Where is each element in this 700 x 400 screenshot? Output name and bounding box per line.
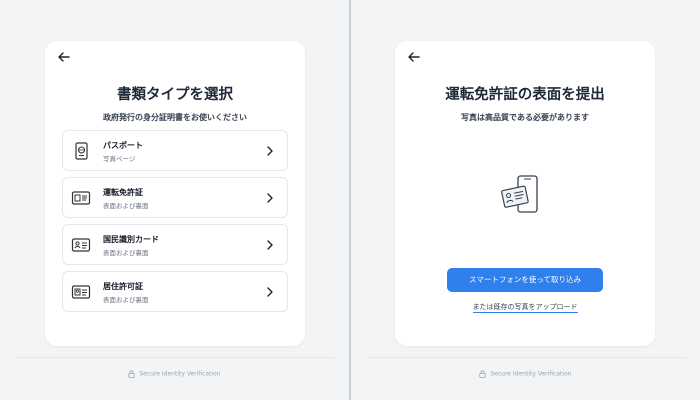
option-label: 運転免許証 (103, 188, 143, 197)
residence-permit-icon (71, 285, 91, 299)
option-passport[interactable]: パスポート 写真ページ (62, 130, 288, 171)
document-type-pane: 書類タイプを選択 政府発行の身分証明書をお使いください パスポート 写真ページ (0, 0, 349, 400)
footer-text: Secure Identity Verification (139, 370, 221, 378)
document-type-card: 書類タイプを選択 政府発行の身分証明書をお使いください パスポート 写真ページ (45, 41, 305, 346)
id-card-icon (71, 238, 91, 252)
page-subtitle: 政府発行の身分証明書をお使いください (103, 113, 247, 122)
lock-icon (128, 370, 136, 378)
option-sub: 表面および裏面 (103, 296, 149, 304)
option-label: 居住許可証 (103, 282, 143, 291)
option-residence-permit[interactable]: 居住許可証 表面および裏面 (62, 271, 288, 312)
option-national-id[interactable]: 国民識別カード 表面および裏面 (62, 224, 288, 265)
passport-icon (75, 142, 88, 160)
upload-existing-photo-link[interactable]: または既存の写真をアップロード (395, 302, 655, 313)
chevron-right-icon (267, 146, 273, 156)
arrow-left-icon (408, 52, 420, 62)
chevron-right-icon (267, 193, 273, 203)
back-button[interactable] (57, 50, 71, 64)
option-sub: 表面および裏面 (103, 202, 149, 210)
option-label: 国民識別カード (103, 235, 159, 244)
option-sub: 表面および裏面 (103, 249, 149, 257)
upload-link-text: または既存の写真をアップロード (472, 303, 578, 313)
footer-divider (15, 357, 335, 358)
chevron-right-icon (267, 240, 273, 250)
arrow-left-icon (58, 52, 70, 62)
phone-id-scan-icon (501, 175, 538, 213)
page-title: 書類タイプを選択 (117, 87, 233, 103)
option-label: パスポート (103, 141, 143, 150)
chevron-right-icon (267, 287, 273, 297)
footer: Secure Identity Verification (0, 370, 349, 378)
upload-card: 運転免許証の表面を提出 写真は高品質である必要があります スマートフォンを使って… (395, 41, 655, 346)
footer-text: Secure Identity Verification (490, 370, 572, 378)
option-drivers-license[interactable]: 運転免許証 表面および裏面 (62, 177, 288, 218)
footer: Secure Identity Verification (351, 370, 700, 378)
lock-icon (479, 370, 487, 378)
option-sub: 写真ページ (103, 155, 136, 163)
page-title: 運転免許証の表面を提出 (445, 87, 605, 103)
drivers-license-icon (71, 191, 91, 205)
footer-divider (366, 357, 686, 358)
back-button[interactable] (407, 50, 421, 64)
capture-with-phone-button[interactable]: スマートフォンを使って取り込み (447, 268, 603, 292)
page-subtitle: 写真は高品質である必要があります (461, 113, 589, 122)
upload-pane: 運転免許証の表面を提出 写真は高品質である必要があります スマートフォンを使って… (351, 0, 700, 400)
